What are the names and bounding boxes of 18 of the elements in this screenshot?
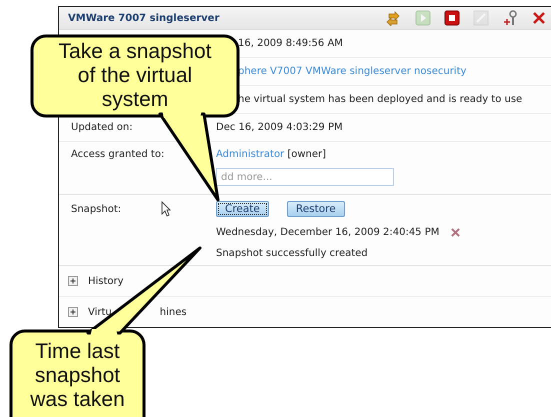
user-link[interactable]: Administrator — [216, 149, 284, 160]
snapshot-button[interactable]: Create — [216, 201, 269, 217]
section-title[interactable]: hines — [160, 306, 187, 318]
field-label: Access granted to: — [71, 149, 166, 160]
field-value: Dec 16, 2009 4:03:29 PM — [216, 122, 343, 133]
field-value: 16, 2009 8:49:56 AM — [238, 38, 343, 49]
section-title[interactable]: Virtu — [88, 306, 112, 318]
section-title[interactable]: History — [88, 276, 124, 286]
field-label: Updated on: — [71, 122, 133, 133]
status-message: Snapshot successfully created — [216, 248, 369, 259]
callout-text: Take a snapshot of the virtual system — [58, 40, 212, 112]
panel-title: VMWare 7007 singleserver — [68, 12, 220, 24]
field-label: Snapshot: — [71, 204, 122, 214]
callout-text: Time last snapshot was taken — [29, 340, 126, 412]
role-text: [owner] — [287, 149, 326, 160]
snapshot-button[interactable]: Restore — [286, 201, 345, 217]
add-more-field[interactable]: dd more... — [216, 168, 394, 186]
snapshot-time: Wednesday, December 16, 2009 2:40:45 PM — [216, 227, 440, 238]
